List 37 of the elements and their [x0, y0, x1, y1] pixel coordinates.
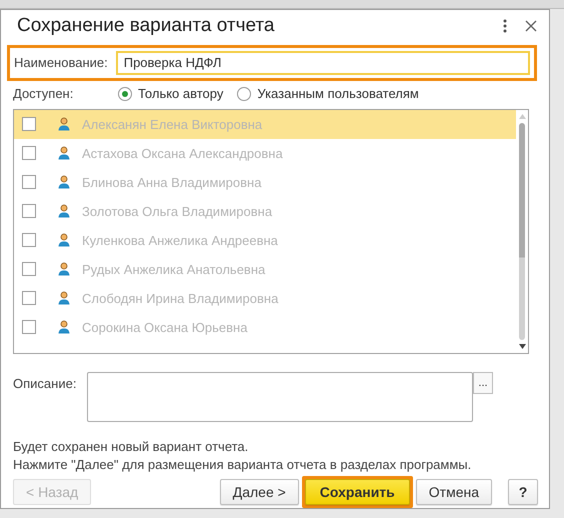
info-text: Нажмите "Далее" для размещения варианта отчета в разделах программы.: [13, 456, 472, 474]
more-icon[interactable]: [503, 18, 507, 33]
radio-label: Указанным пользователям: [257, 86, 419, 102]
person-icon: [58, 291, 70, 306]
dialog-button[interactable]: Далее >: [220, 479, 299, 505]
person-icon: [58, 204, 70, 218]
window-title: Сохранение варианта отчета: [17, 14, 276, 37]
more-button[interactable]: ...: [473, 372, 493, 394]
user-name: Сорокина Оксана Юрьевна: [82, 320, 248, 335]
description-input-field[interactable]: [87, 372, 473, 422]
dialog-button[interactable]: Сохранить: [304, 479, 410, 505]
info-text: Будет сохранен новый вариант отчета.: [13, 438, 250, 456]
radio-label: Только автору: [138, 86, 224, 102]
person-icon: [58, 175, 70, 190]
radio-button[interactable]: [118, 86, 132, 101]
user-name: Алексанян Елена Викторовна: [82, 116, 262, 132]
person-icon: [58, 146, 70, 160]
person-icon: [58, 233, 70, 248]
scroll-down-icon[interactable]: [518, 344, 526, 349]
help-button[interactable]: ?: [508, 479, 538, 505]
field-label: Описание:: [13, 375, 78, 393]
user-name: Рудых Анжелика Анатольевна: [82, 262, 266, 277]
radio-button[interactable]: [237, 86, 252, 101]
field-label: Наименование:: [14, 55, 108, 70]
close-icon[interactable]: [525, 20, 537, 32]
dialog-button[interactable]: Отмена: [416, 479, 492, 505]
user-name: Блинова Анна Владимировна: [82, 174, 262, 190]
name-input-field[interactable]: Проверка НДФЛ: [116, 50, 530, 75]
user-name: Золотова Ольга Владимировна: [82, 204, 272, 219]
field-label: Доступен:: [13, 86, 74, 102]
person-icon: [58, 320, 70, 334]
person-icon: [58, 262, 70, 276]
scroll-up-icon[interactable]: [518, 114, 526, 119]
user-name: Слободян Ирина Владимировна: [82, 290, 278, 306]
person-icon: [58, 117, 70, 132]
user-name: Куленкова Анжелика Андреевна: [82, 232, 278, 248]
user-name: Астахова Оксана Александровна: [82, 146, 283, 161]
